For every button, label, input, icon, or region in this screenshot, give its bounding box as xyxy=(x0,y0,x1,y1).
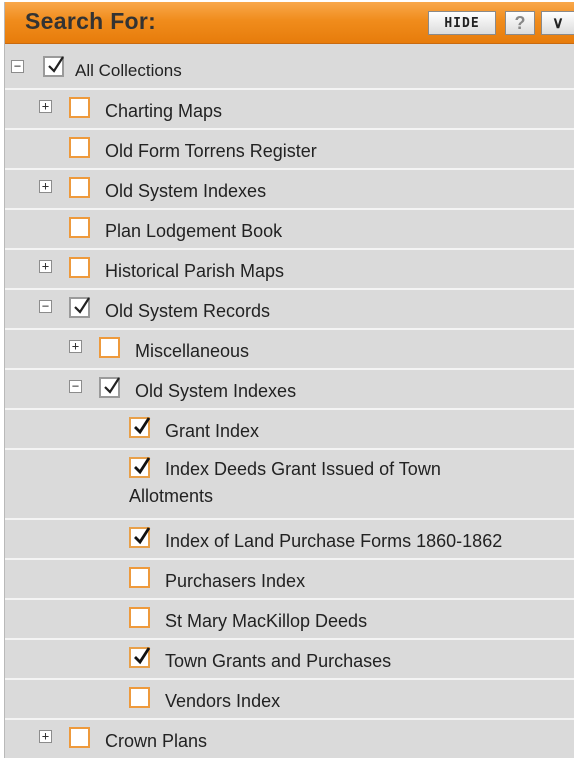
checkbox-charting-maps[interactable] xyxy=(69,97,90,118)
checkbox-grant-index[interactable] xyxy=(129,417,151,438)
tree-row-old-system-records: − Old System Records xyxy=(5,290,574,330)
expand-icon[interactable]: + xyxy=(39,730,52,743)
hide-button[interactable]: HIDE xyxy=(428,11,496,35)
checkmark-icon xyxy=(134,647,151,665)
checkbox-old-system-indexes-expanded[interactable] xyxy=(99,377,120,398)
expand-icon[interactable]: + xyxy=(39,260,52,273)
checkbox-historical-parish-maps[interactable] xyxy=(69,257,90,278)
collapse-icon[interactable]: − xyxy=(69,380,82,393)
checkbox-old-system-indexes[interactable] xyxy=(69,177,90,198)
checkmark-icon xyxy=(74,297,90,314)
tree-label: Purchasers Index xyxy=(165,571,306,591)
collapse-icon[interactable]: − xyxy=(11,60,24,73)
tree-label: Plan Lodgement Book xyxy=(105,221,283,241)
checkbox-all-collections[interactable] xyxy=(43,56,64,77)
panel-header: Search For: HIDE ? ∨ xyxy=(5,2,574,44)
tree-label: Crown Plans xyxy=(105,731,208,751)
tree-label: Grant Index xyxy=(165,421,260,441)
expand-icon[interactable]: + xyxy=(39,180,52,193)
tree-row-plan-lodgement-book: Plan Lodgement Book xyxy=(5,210,574,250)
tree-row-crown-plans: + Crown Plans xyxy=(5,720,574,758)
tree-label: Charting Maps xyxy=(105,101,223,121)
checkbox-vendors-index[interactable] xyxy=(129,687,150,708)
checkmark-icon xyxy=(134,527,151,545)
checkbox-town-grants-and-purchases[interactable] xyxy=(129,647,151,668)
tree-label: Old System Indexes xyxy=(135,381,297,401)
tree-row-vendors-index: Vendors Index xyxy=(5,680,574,720)
checkbox-old-form-torrens-register[interactable] xyxy=(69,137,90,158)
tree-label: All Collections xyxy=(75,61,182,80)
tree-row-town-grants-and-purchases: Town Grants and Purchases xyxy=(5,640,574,680)
search-for-panel: Search For: HIDE ? ∨ − All Collections +… xyxy=(4,2,574,758)
tree-label: Miscellaneous xyxy=(135,341,250,361)
tree-label: Old System Indexes xyxy=(105,181,267,201)
checkbox-miscellaneous[interactable] xyxy=(99,337,120,358)
tree-label: Town Grants and Purchases xyxy=(165,651,392,671)
tree-label: Historical Parish Maps xyxy=(105,261,285,281)
tree-row-historical-parish-maps: + Historical Parish Maps xyxy=(5,250,574,290)
collapse-button[interactable]: ∨ xyxy=(541,11,574,35)
tree-row-index-deeds-grant: Index Deeds Grant Issued of Town Allotme… xyxy=(5,450,574,520)
checkbox-purchasers-index[interactable] xyxy=(129,567,150,588)
tree-label: Vendors Index xyxy=(165,691,281,711)
collapse-icon[interactable]: − xyxy=(39,300,52,313)
tree-label: Index of Land Purchase Forms 1860-1862 xyxy=(165,531,503,551)
tree-row-purchasers-index: Purchasers Index xyxy=(5,560,574,600)
panel-title: Search For: xyxy=(25,8,157,34)
tree-label: St Mary MacKillop Deeds xyxy=(165,611,368,631)
expand-icon[interactable]: + xyxy=(39,100,52,113)
tree-label: Old System Records xyxy=(105,301,271,321)
checkmark-icon xyxy=(48,56,64,73)
help-button[interactable]: ? xyxy=(505,11,535,35)
tree-row-grant-index: Grant Index xyxy=(5,410,574,450)
tree-row-old-system-indexes: + Old System Indexes xyxy=(5,170,574,210)
tree-label: Index Deeds Grant Issued of Town Allotme… xyxy=(129,459,441,506)
checkbox-crown-plans[interactable] xyxy=(69,727,90,748)
tree-row-st-mary-mackillop-deeds: St Mary MacKillop Deeds xyxy=(5,600,574,640)
tree-row-miscellaneous: + Miscellaneous xyxy=(5,330,574,370)
tree-row-index-land-purchase-forms: Index of Land Purchase Forms 1860-1862 xyxy=(5,520,574,560)
checkmark-icon xyxy=(134,417,151,435)
tree-row-old-form-torrens-register: Old Form Torrens Register xyxy=(5,130,574,170)
checkbox-index-land-purchase-forms[interactable] xyxy=(129,527,151,548)
checkbox-old-system-records[interactable] xyxy=(69,297,90,318)
tree-row-all-collections: − All Collections xyxy=(5,44,574,90)
checkbox-plan-lodgement-book[interactable] xyxy=(69,217,90,238)
tree-label: Old Form Torrens Register xyxy=(105,141,317,161)
tree-row-old-system-indexes-expanded: − Old System Indexes xyxy=(5,370,574,410)
checkmark-icon xyxy=(104,377,120,394)
checkbox-st-mary-mackillop-deeds[interactable] xyxy=(129,607,150,628)
tree-row-charting-maps: + Charting Maps xyxy=(5,90,574,130)
expand-icon[interactable]: + xyxy=(69,340,82,353)
